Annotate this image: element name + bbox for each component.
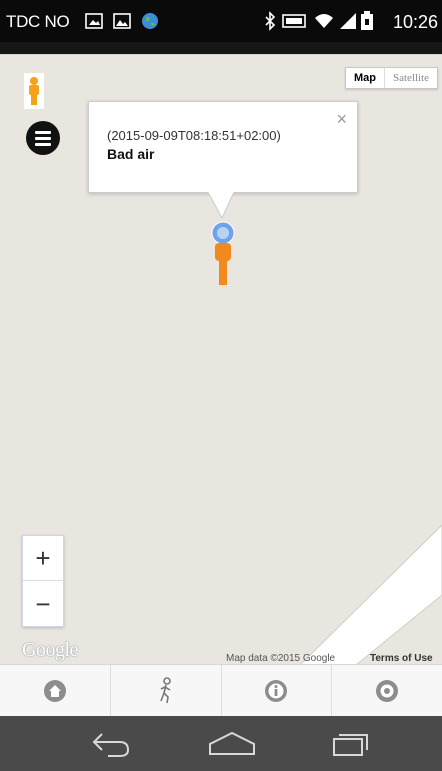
wifi-icon bbox=[315, 14, 333, 28]
info-window-title: Bad air bbox=[107, 146, 155, 162]
zoom-in-button[interactable]: + bbox=[23, 536, 63, 581]
status-bar: TDC NO 10:26 bbox=[0, 0, 442, 42]
info-icon bbox=[265, 679, 288, 702]
pegman-icon[interactable] bbox=[24, 73, 44, 109]
screenshot-icon bbox=[85, 13, 103, 29]
map-top-gap bbox=[0, 42, 442, 54]
home-outline-icon[interactable] bbox=[206, 730, 258, 758]
nfc-icon bbox=[282, 14, 306, 28]
nav-info-button[interactable] bbox=[222, 665, 333, 716]
status-clock: 10:26 bbox=[392, 12, 438, 32]
settings-icon bbox=[376, 679, 399, 702]
info-window: (2015-09-09T08:18:51+02:00) Bad air × bbox=[88, 101, 358, 193]
back-icon[interactable] bbox=[88, 730, 134, 758]
battery-icon bbox=[361, 11, 373, 30]
zoom-control: + − bbox=[22, 535, 64, 627]
map-view[interactable]: Map Satellite (2015-09-09T08:18:51+02:00… bbox=[0, 54, 442, 664]
globe-icon bbox=[142, 13, 158, 29]
map-type-satellite-button[interactable]: Satellite bbox=[385, 68, 437, 88]
info-window-timestamp: (2015-09-09T08:18:51+02:00) bbox=[107, 128, 281, 143]
home-icon bbox=[43, 679, 66, 702]
app-navigation-bar bbox=[0, 664, 442, 716]
image-icon bbox=[113, 13, 131, 29]
map-attribution: Map data ©2015 Google bbox=[226, 653, 336, 664]
person-marker-icon[interactable] bbox=[208, 221, 238, 287]
map-type-map-button[interactable]: Map bbox=[346, 68, 385, 88]
zoom-out-button[interactable]: − bbox=[23, 582, 63, 627]
signal-icon bbox=[340, 13, 356, 29]
close-icon[interactable]: × bbox=[336, 110, 347, 128]
system-navigation-bar bbox=[0, 716, 442, 771]
recents-icon[interactable] bbox=[330, 730, 370, 758]
nav-settings-button[interactable] bbox=[332, 665, 442, 716]
nav-home-button[interactable] bbox=[0, 665, 111, 716]
layers-menu-button[interactable] bbox=[26, 121, 60, 155]
info-window-pointer bbox=[208, 192, 235, 220]
map-type-control[interactable]: Map Satellite bbox=[344, 67, 438, 89]
bluetooth-icon bbox=[265, 11, 276, 31]
terms-of-use-link[interactable]: Terms of Use bbox=[370, 653, 433, 664]
carrier-name: TDC NO bbox=[6, 12, 70, 31]
nav-walker-button[interactable] bbox=[111, 665, 222, 716]
walker-icon bbox=[159, 676, 171, 703]
google-logo[interactable]: Google bbox=[22, 639, 78, 662]
